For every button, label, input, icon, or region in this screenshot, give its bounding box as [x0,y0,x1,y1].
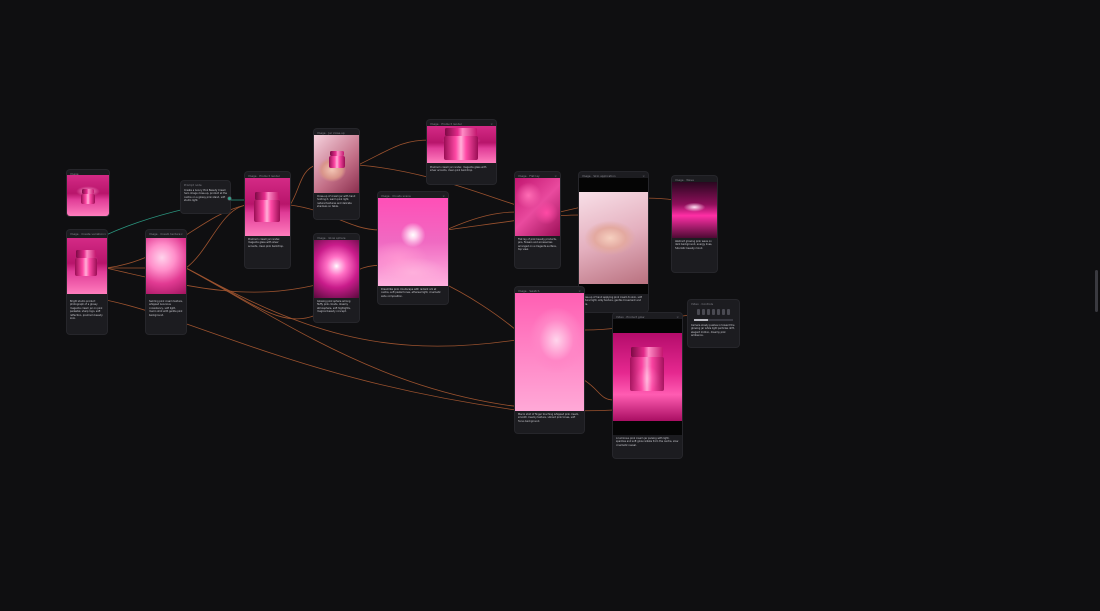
node-caption: Flat lay of pink beauty products, jars, … [518,238,557,252]
node-title: Image · Cream texture [149,232,181,236]
letterbox-bottom [613,421,682,435]
node-header[interactable]: Prompt node [181,181,230,189]
node-caption: Abstract glowing pink wave on dark backg… [675,240,713,250]
node-image [579,192,648,284]
node-caption: Premium cream jar render, magenta glass … [248,238,284,248]
workflow-canvas[interactable]: Image Prompt node Create a luxury Pink B… [0,0,1100,611]
wire [445,211,517,231]
letterbox-top [579,178,648,192]
video-node[interactable]: Video · Product glow × A luminous pink cr… [613,313,682,458]
frame-thumb[interactable] [702,309,705,315]
node-caption: Bright studio product photograph of a gl… [70,300,103,321]
output-port[interactable] [228,197,231,200]
close-icon[interactable]: × [180,232,183,236]
jar [444,136,478,160]
timeline-progress [694,319,708,321]
frame-strip[interactable] [694,308,733,316]
image-node[interactable]: Image · Product render Premium cream jar… [245,172,290,268]
jar [81,194,95,204]
node-caption: Macro shot of finger touching whipped pi… [518,413,579,423]
image-node[interactable]: Image · Swatch × Macro shot of finger tou… [515,287,584,433]
node-image [146,238,186,294]
node-caption: A luminous pink cream jar pulsing with l… [616,437,679,447]
node-caption: Glowing pink sphere among fluffy pink cl… [317,300,351,314]
node-title: Prompt node [184,183,202,187]
wire [185,204,247,269]
node-header[interactable]: Video · Controls [688,300,739,308]
frame-thumb[interactable] [697,309,700,315]
jar [329,156,345,168]
node-image [245,178,290,236]
video-controls-node[interactable]: Video · Controls Camera slowly pushes in… [688,300,739,347]
timeline-slider[interactable] [694,319,733,321]
node-image [515,178,560,236]
wire [357,139,431,166]
node-image [672,182,717,238]
jar [630,357,664,391]
jar-lid [255,192,279,200]
video-frame[interactable] [613,333,682,421]
image-node[interactable]: Image · Flat lay × Flat lay of pink beaut… [515,172,560,268]
node-image [314,240,359,298]
image-node[interactable]: Image · Product render × Premium cream ja… [427,120,496,184]
wire [185,267,317,320]
jar [254,200,280,222]
image-node[interactable]: Image · Skin application × Close-up of ha… [579,172,648,312]
jar-lid [76,250,96,258]
node-image [314,135,359,193]
node-caption: Dreamlike pink cloudscape with radiant o… [381,288,441,298]
frame-thumb[interactable] [717,309,720,315]
image-node[interactable]: Image · Wave Abstract glowing pink wave … [672,176,717,272]
jar [75,258,97,276]
node-image [67,175,109,216]
wire [289,164,317,206]
node-caption: Swirling pink cream texture, whipped lux… [149,300,183,317]
node-caption: Close-up of cream jar with hand holding … [317,195,356,209]
jar-lid [445,128,477,136]
prompt-text[interactable]: Create a luxury Pink Beauty Cream hero i… [184,189,227,211]
frame-thumb[interactable] [727,309,730,315]
image-node[interactable]: Image [67,170,109,216]
node-title: Image · Create variation [70,232,104,236]
frame-thumb[interactable] [722,309,725,315]
image-node[interactable]: Image · Glow sphere Glowing pink sphere … [314,234,359,322]
frame-thumb[interactable] [712,309,715,315]
image-node[interactable]: Image · Create variation × Bright studio … [67,230,107,334]
node-image [67,238,107,294]
node-header[interactable]: Image · Create variation × [67,230,107,238]
node-caption: Close-up of hand applying pink cream to … [582,296,643,306]
image-node[interactable]: Image · Jar close-up Close-up of cream j… [314,129,359,219]
node-image [515,293,584,411]
jar-lid [631,347,663,357]
node-caption: Camera slowly pushes in toward the glowi… [691,324,735,338]
letterbox-bottom [579,284,648,294]
image-node[interactable]: Image · Cream texture × Swirling pink cre… [146,230,186,334]
image-node[interactable]: Image · Clouds scene × Dreamlike pink clo… [378,192,448,304]
node-image [378,198,448,286]
letterbox-top [613,319,682,333]
prompt-node[interactable]: Prompt node Create a luxury Pink Beauty … [181,181,230,213]
wire [583,379,615,401]
node-caption: Premium cream jar render, magenta glass … [430,166,487,173]
close-icon[interactable]: × [104,232,107,236]
node-image [427,126,496,163]
node-title: Video · Controls [691,302,714,306]
frame-thumb[interactable] [707,309,710,315]
node-header[interactable]: Image · Cream texture × [146,230,186,238]
canvas-scrollbar[interactable] [1095,270,1098,312]
wire [105,267,317,293]
